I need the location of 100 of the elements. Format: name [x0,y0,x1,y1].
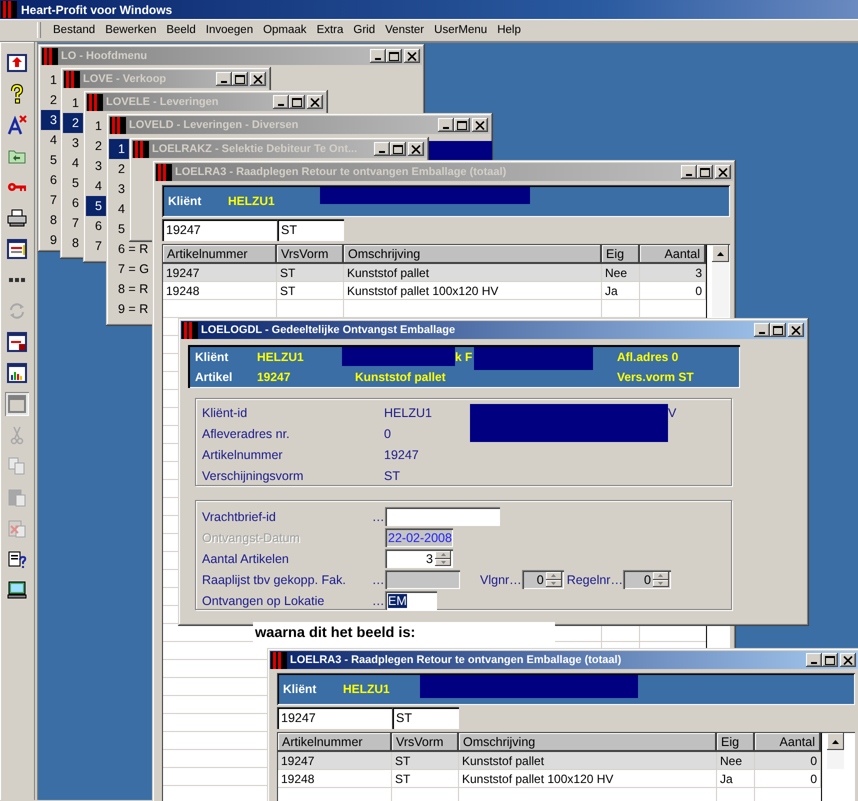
menu-option[interactable]: 6 [63,193,83,213]
minimize-button[interactable] [681,165,697,179]
menu-option[interactable]: 1 [109,139,129,159]
spin-buttons[interactable] [435,551,451,566]
menu-option[interactable]: 5 [41,150,61,170]
menu-option[interactable]: 1 [86,116,106,136]
input-field[interactable]: ST [277,219,344,241]
menu-option[interactable]: 8 = R [109,279,152,299]
menu-option[interactable]: 7 [41,190,61,210]
menu-option[interactable]: 2 [86,136,106,156]
menu-option[interactable]: 4 [109,199,129,219]
menu-option[interactable]: 7 [63,213,83,233]
menu-item[interactable]: Help [493,24,525,36]
menu-option[interactable]: 6 [86,216,106,236]
toolbar-button[interactable] [5,113,29,137]
close-button[interactable] [408,142,424,156]
menu-option[interactable]: 1 [63,93,83,113]
menu-option[interactable]: 2 [63,113,83,133]
column-header[interactable]: VrsVorm [392,733,459,752]
table-row[interactable]: 19248 ST Kunststof pallet 100x120 HV Ja 0 [278,770,821,788]
menu-option[interactable]: 8 [63,233,83,253]
scrollbar[interactable] [827,733,844,769]
menu-item[interactable]: Extra [312,24,348,36]
number-field[interactable]: 3 [385,549,453,568]
input-field[interactable]: 19247 [277,707,392,729]
close-button[interactable] [250,72,266,86]
menu-option[interactable]: 9 = R [109,299,152,319]
toolbar-button[interactable] [5,330,29,354]
menu-option[interactable]: 5 [86,196,106,216]
minimize-button[interactable] [438,118,454,132]
input-field[interactable]: ST [392,707,459,729]
maximize-button[interactable] [697,165,713,179]
menu-option[interactable]: 4 [41,130,61,150]
input-field[interactable] [385,507,500,526]
menu-item[interactable]: Bestand [49,24,100,36]
menu-option[interactable]: 6 [41,170,61,190]
maximize-button[interactable] [454,118,470,132]
column-header[interactable]: VrsVorm [277,245,344,264]
toolbar-button[interactable] [5,237,29,261]
menu-item[interactable]: Grid [349,24,380,36]
column-header[interactable]: Aantal [755,733,821,752]
menu-option[interactable]: 7 [86,236,106,256]
spin-buttons[interactable] [546,572,562,587]
menu-item[interactable]: Beeld [162,24,200,36]
menu-option[interactable]: 3 [63,133,83,153]
toolbar-button[interactable] [5,51,29,75]
input-field[interactable]: 19247 [162,219,277,241]
close-button[interactable] [472,118,488,132]
table-row[interactable]: 19247 ST Kunststof pallet Nee 0 [278,752,821,770]
scroll-up-button[interactable] [827,733,844,750]
menu-option[interactable]: 5 [109,219,129,239]
scrollbar[interactable] [712,245,729,317]
menu-item[interactable]: Opmaak [259,24,311,36]
close-button[interactable] [840,653,856,667]
maximize-button[interactable] [232,72,248,86]
menu-item[interactable]: Venster [381,24,428,36]
table-row[interactable]: 19247 ST Kunststof pallet Nee 3 [163,264,706,282]
maximize-button[interactable] [386,49,402,63]
menu-option[interactable]: 7 = G [109,259,153,279]
close-button[interactable] [404,49,420,63]
menu-option[interactable]: 4 [63,153,83,173]
minimize-button[interactable] [273,95,289,109]
menu-option[interactable]: 9 [41,230,61,250]
column-header[interactable]: Aantal [640,245,706,264]
spin-buttons[interactable] [652,572,669,587]
menu-item[interactable]: UserMenu [430,24,492,36]
maximize-button[interactable] [822,653,838,667]
menu-option[interactable]: 2 [109,159,129,179]
maximize-button[interactable] [289,95,305,109]
minimize-button[interactable] [370,49,386,63]
menu-item[interactable]: Invoegen [202,24,258,36]
minimize-button[interactable] [374,142,390,156]
menu-option[interactable]: 1 [41,70,61,90]
toolbar-button[interactable] [5,361,29,385]
menu-option[interactable]: 3 [41,110,61,130]
input-field[interactable]: EM [385,591,437,610]
menu-item[interactable]: Bewerken [101,24,160,36]
maximize-button[interactable] [390,142,406,156]
column-header[interactable]: Eig [717,733,755,752]
column-header[interactable]: Eig [602,245,640,264]
maximize-button[interactable] [770,323,786,337]
menu-option[interactable]: 8 [41,210,61,230]
number-field[interactable]: 0 [522,570,564,589]
column-header[interactable]: Artikelnummer [163,245,277,264]
menu-option[interactable]: 4 [86,176,106,196]
table-row[interactable]: 19248 ST Kunststof pallet 100x120 HV Ja 0 [163,282,706,300]
minimize-button[interactable] [806,653,822,667]
column-header[interactable]: Artikelnummer [278,733,392,752]
menu-option[interactable]: 6 = R [109,239,152,259]
minimize-button[interactable] [216,72,232,86]
menu-option[interactable]: 5 [63,173,83,193]
close-button[interactable] [715,165,731,179]
input-field[interactable] [385,570,460,589]
column-header[interactable]: Omschrijving [459,733,717,752]
close-button[interactable] [788,323,804,337]
column-header[interactable]: Omschrijving [344,245,602,264]
close-button[interactable] [307,95,323,109]
menu-option[interactable]: 3 [109,179,129,199]
scroll-up-button[interactable] [712,245,729,262]
number-field[interactable]: 0 [622,570,671,589]
